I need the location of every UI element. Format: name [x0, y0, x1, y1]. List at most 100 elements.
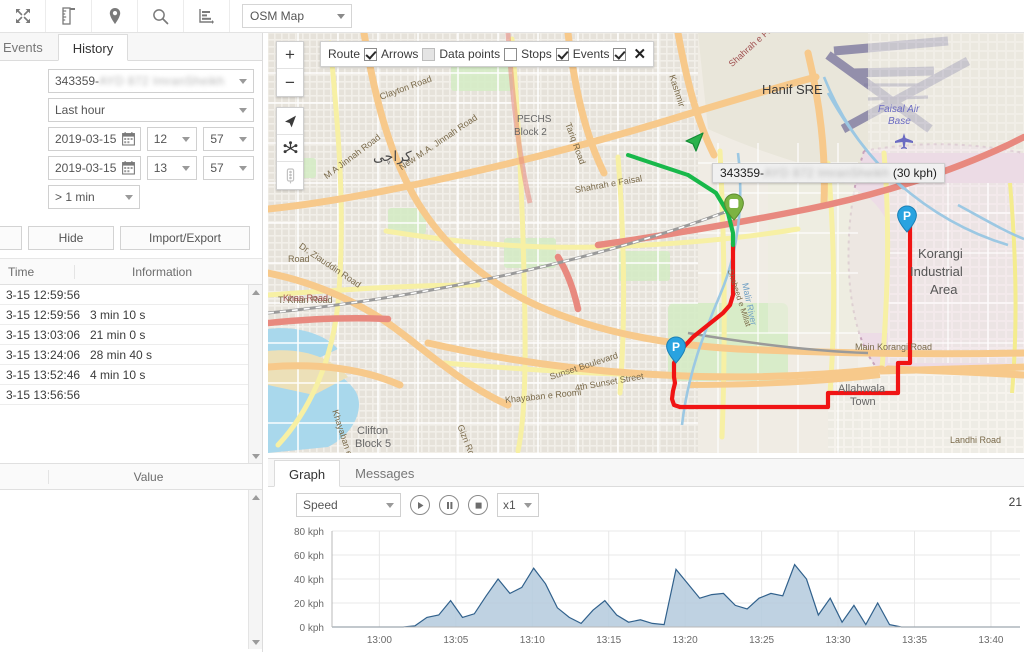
svg-text:P: P	[903, 209, 911, 223]
speed-chart[interactable]: 0 kph 20 kph 40 kph 60 kph 80 kph 13:00 13:05 1…	[268, 523, 1024, 651]
route-checkbox[interactable]	[364, 47, 378, 61]
cell-time: 3-15 13:24:06	[6, 347, 81, 362]
stops-checkbox[interactable]	[555, 47, 569, 61]
column-header-value[interactable]: Value	[48, 469, 248, 484]
detail-scrollbar[interactable]	[248, 490, 262, 649]
column-header-time[interactable]: Time	[0, 265, 74, 279]
from-minute-value: 57	[210, 132, 224, 146]
detail-grid-body	[0, 490, 262, 649]
chevron-down-icon	[125, 195, 133, 200]
cell-information: 28 min 40 s	[90, 347, 153, 362]
object-select-prefix: 343359-	[55, 74, 100, 88]
map-marker-icon[interactable]	[92, 0, 138, 32]
arrows-checkbox[interactable]	[422, 47, 436, 61]
stop-duration-select[interactable]: > 1 min	[48, 185, 140, 209]
map-source-value: OSM Map	[250, 9, 305, 23]
history-filter-form: 343359- AYD 872 ImranSheikh Last hour 201…	[0, 61, 262, 220]
from-minute-select[interactable]: 57	[203, 127, 254, 151]
tab-events[interactable]: Events	[0, 33, 58, 60]
zoom-out-button[interactable]: −	[277, 69, 303, 96]
playback-speed-select[interactable]: x1	[497, 493, 539, 517]
pause-icon[interactable]	[439, 495, 459, 515]
x-axis-tick-label: 13:15	[596, 635, 621, 646]
fullscreen-icon[interactable]	[0, 0, 46, 32]
tab-messages[interactable]: Messages	[340, 459, 429, 486]
to-hour-select[interactable]: 13	[146, 156, 198, 180]
bottom-panel: Graph Messages Speed x1 21 0 kph 20 kph …	[268, 458, 1024, 652]
map-source-select[interactable]: OSM Map	[242, 4, 352, 28]
table-row[interactable]: 3-15 13:24:06 28 min 40 s	[0, 345, 262, 365]
chevron-down-icon	[239, 79, 247, 84]
to-date-input[interactable]: 2019-03-15	[48, 156, 141, 180]
period-select[interactable]: Last hour	[48, 98, 254, 122]
x-axis-tick-label: 13:40	[978, 635, 1003, 646]
playback-speed-value: x1	[503, 498, 516, 512]
table-row[interactable]: 3-15 13:52:46 4 min 10 s	[0, 365, 262, 385]
detail-grid-header: Value	[0, 464, 262, 490]
map-canvas[interactable]: Hanif SRE Faisal Air Base Korangi Industrial…	[268, 33, 1024, 453]
parking-marker-a[interactable]: P	[665, 336, 687, 367]
x-axis-tick-label: 13:00	[367, 635, 392, 646]
chart-area-fill	[332, 564, 1020, 627]
data-points-checkbox[interactable]	[504, 47, 518, 61]
stop-marker[interactable]	[723, 193, 745, 224]
trips-scrollbar[interactable]	[248, 285, 262, 463]
cell-time: 3-15 13:56:56	[6, 387, 81, 402]
navigate-icon[interactable]	[277, 108, 303, 135]
tab-history[interactable]: History	[57, 34, 129, 61]
chevron-down-icon	[182, 137, 191, 142]
calendar-icon[interactable]	[121, 132, 135, 149]
table-row[interactable]: 3-15 13:56:56	[0, 385, 262, 405]
trips-grid: Time Information 3-15 12:59:56 3-15 12:59…	[0, 259, 262, 463]
calendar-icon[interactable]	[121, 161, 135, 178]
map-layer-toolbar: Route Arrows Data points Stops Events ✕	[320, 41, 655, 67]
play-icon[interactable]	[410, 495, 430, 515]
chevron-down-icon	[337, 14, 345, 19]
hide-button[interactable]: Hide	[28, 226, 114, 250]
stop-duration-row: > 1 min	[48, 185, 254, 209]
route-label[interactable]: Route	[328, 47, 360, 61]
detail-grid: Value	[0, 463, 262, 649]
table-row[interactable]: 3-15 12:59:56	[0, 285, 262, 305]
to-minute-select[interactable]: 57	[203, 156, 254, 180]
close-icon[interactable]: ✕	[633, 47, 646, 62]
vehicle-label-speed: (30 kph)	[892, 166, 937, 180]
parking-marker-b[interactable]: P	[896, 205, 918, 236]
import-export-button[interactable]: Import/Export	[120, 226, 250, 250]
show-button[interactable]	[0, 226, 22, 250]
chevron-down-icon	[239, 137, 247, 142]
cluster-icon[interactable]	[277, 135, 303, 162]
vehicle-arrow-marker[interactable]	[680, 129, 708, 160]
x-axis-tick-label: 13:30	[826, 635, 851, 646]
sensor-select[interactable]: Speed	[296, 493, 401, 517]
data-points-label[interactable]: Data points	[439, 47, 500, 61]
object-select[interactable]: 343359- AYD 872 ImranSheikh	[48, 69, 254, 93]
stop-icon[interactable]	[468, 495, 488, 515]
stops-label[interactable]: Stops	[521, 47, 552, 61]
arrows-label[interactable]: Arrows	[381, 47, 418, 61]
scroll-down-icon[interactable]	[249, 449, 263, 463]
column-header-information[interactable]: Information	[74, 264, 249, 279]
from-date-input[interactable]: 2019-03-15	[48, 127, 141, 151]
chevron-down-icon	[182, 166, 191, 171]
svg-text:P: P	[672, 340, 680, 354]
table-row[interactable]: 3-15 13:03:06 21 min 0 s	[0, 325, 262, 345]
scroll-up-icon[interactable]	[249, 285, 263, 299]
from-hour-select[interactable]: 12	[146, 127, 198, 151]
events-label[interactable]: Events	[573, 47, 610, 61]
chart-icon[interactable]	[184, 0, 230, 32]
sensor-select-value: Speed	[303, 498, 338, 512]
scroll-up-icon[interactable]	[249, 490, 263, 504]
scroll-down-icon[interactable]	[249, 635, 263, 649]
cell-time: 3-15 13:52:46	[6, 367, 81, 382]
table-row[interactable]: 3-15 12:59:56 3 min 10 s	[0, 305, 262, 325]
chevron-down-icon	[239, 108, 247, 113]
events-checkbox[interactable]	[613, 47, 627, 61]
zoom-in-button[interactable]: +	[277, 42, 303, 69]
tab-graph[interactable]: Graph	[274, 460, 341, 487]
chevron-down-icon	[524, 503, 532, 508]
search-icon[interactable]	[138, 0, 184, 32]
traffic-light-icon[interactable]	[277, 162, 303, 189]
history-actions: Hide Import/Export	[0, 220, 262, 259]
ruler-icon[interactable]	[46, 0, 92, 32]
